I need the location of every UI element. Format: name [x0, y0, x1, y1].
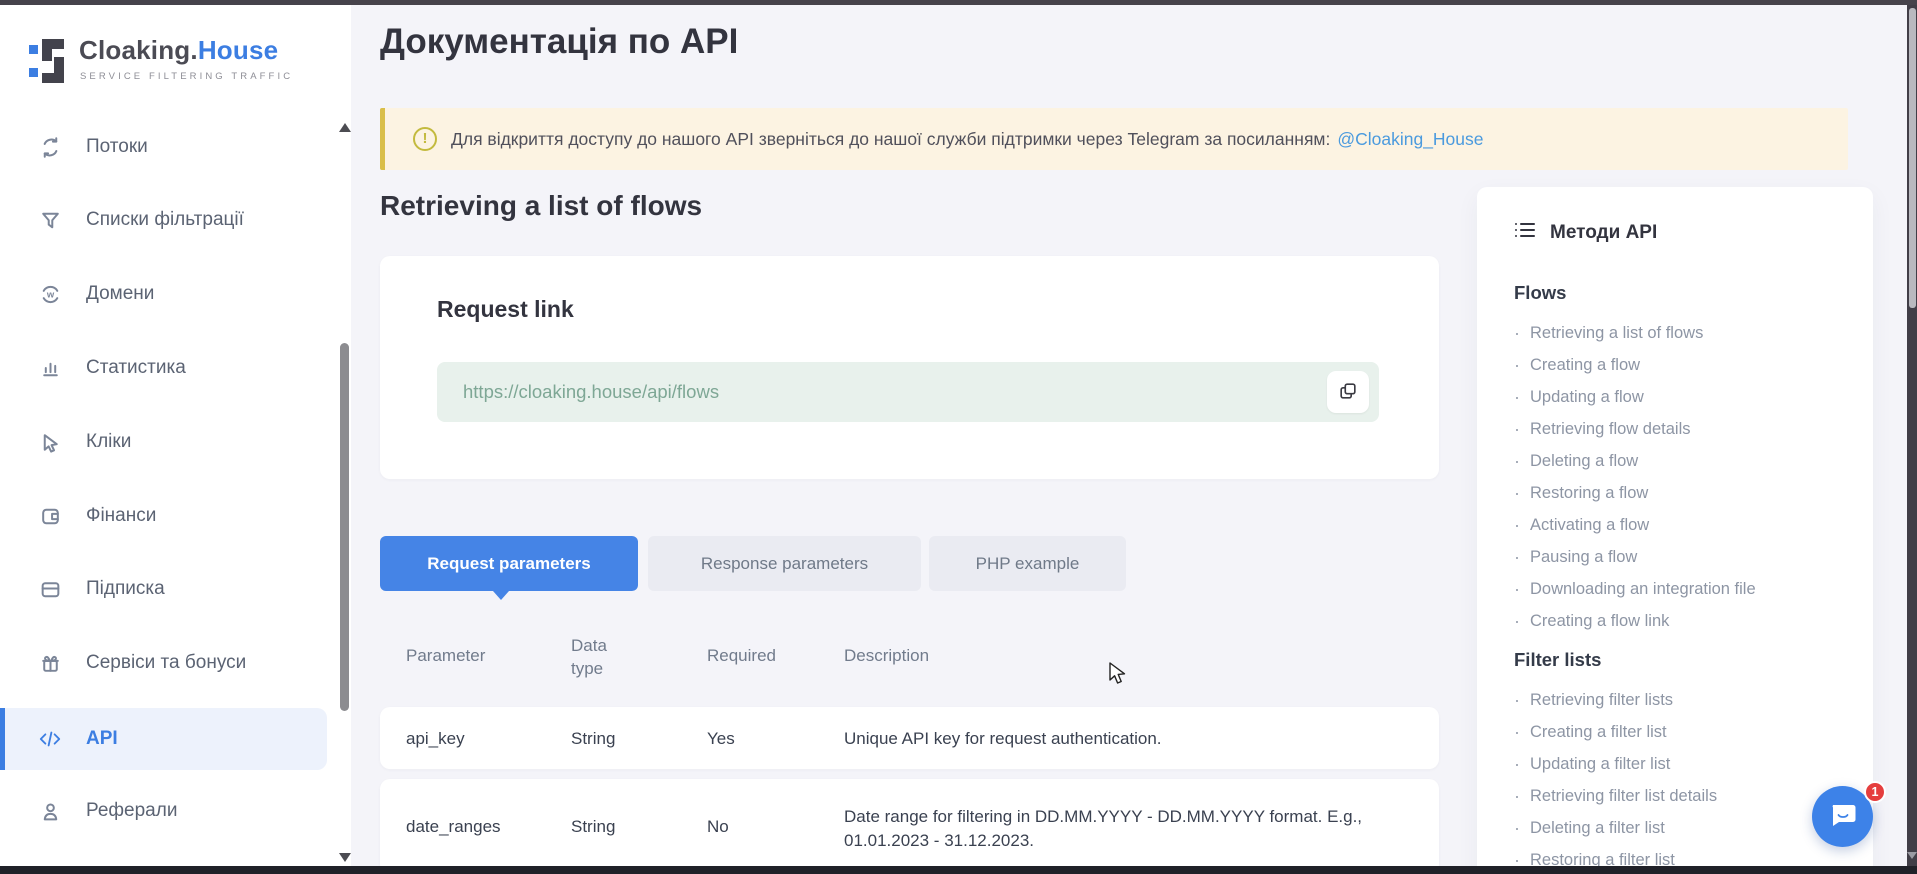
method-link[interactable]: ·Updating a flow [1514, 381, 1644, 413]
method-link[interactable]: ·Creating a filter list [1514, 716, 1667, 748]
chat-bubble-icon [1828, 800, 1858, 833]
domain-icon: w [38, 282, 62, 306]
logo-icon [29, 35, 71, 92]
active-tab-pointer [493, 591, 509, 600]
funnel-icon [38, 208, 62, 232]
tab-response-parameters[interactable]: Response parameters [648, 536, 921, 591]
svg-text:w: w [45, 288, 54, 299]
bullet: · [1514, 579, 1520, 600]
column-header-parameter: Parameter [406, 646, 485, 666]
sidebar-scroll-up-arrow[interactable] [339, 123, 351, 132]
method-link[interactable]: ·Updating a filter list [1514, 748, 1670, 780]
bottom-window-bar [0, 866, 1917, 874]
wallet-icon [38, 504, 62, 528]
bullet: · [1514, 611, 1520, 632]
mouse-cursor [1108, 662, 1132, 693]
info-banner-text: Для відкриття доступу до нашого API звер… [451, 108, 1484, 170]
section-title: Retrieving a list of flows [380, 190, 702, 222]
methods-section-filter-lists: Filter lists [1514, 649, 1601, 671]
method-link[interactable]: ·Deleting a filter list [1514, 812, 1665, 844]
tab-request-parameters[interactable]: Request parameters [380, 536, 638, 591]
request-link-card: Request link https://cloaking.house/api/… [380, 256, 1439, 479]
bar-chart-icon [38, 356, 62, 380]
request-url-field[interactable]: https://cloaking.house/api/flows [437, 362, 1379, 422]
sidebar-item-services[interactable]: Сервіси та бонуси [0, 637, 327, 689]
bullet: · [1514, 722, 1520, 743]
table-row[interactable]: date_ranges String No Date range for fil… [380, 779, 1439, 874]
bullet: · [1514, 451, 1520, 472]
code-icon [38, 727, 62, 751]
sidebar-item-finance[interactable]: Фінанси [0, 490, 327, 542]
method-link[interactable]: ·Downloading an integration file [1514, 573, 1756, 605]
tab-php-example[interactable]: PHP example [929, 536, 1126, 591]
request-link-heading: Request link [437, 296, 574, 323]
sidebar-item-clicks[interactable]: Кліки [0, 416, 327, 468]
logo[interactable]: Cloaking.House SERVICE FILTERING TRAFFIC [29, 33, 309, 91]
bullet: · [1514, 515, 1520, 536]
sidebar: Cloaking.House SERVICE FILTERING TRAFFIC… [0, 5, 351, 874]
copy-icon [1338, 381, 1358, 404]
methods-panel-title: Методи API [1550, 222, 1657, 244]
sidebar-scrollbar-thumb[interactable] [340, 343, 349, 711]
sidebar-item-referrals[interactable]: Реферали [0, 785, 327, 837]
method-link[interactable]: ·Pausing a flow [1514, 541, 1637, 573]
methods-section-flows: Flows [1514, 282, 1566, 304]
method-link[interactable]: ·Creating a flow [1514, 349, 1640, 381]
sidebar-item-flows[interactable]: Потоки [0, 121, 327, 173]
app-window: Cloaking.House SERVICE FILTERING TRAFFIC… [0, 0, 1917, 874]
telegram-link[interactable]: @Cloaking_House [1337, 129, 1483, 150]
bullet: · [1514, 387, 1520, 408]
method-link[interactable]: ·Restoring a flow [1514, 477, 1648, 509]
method-link[interactable]: ·Creating a flow link [1514, 605, 1669, 637]
copy-button[interactable] [1327, 371, 1369, 413]
bullet: · [1514, 355, 1520, 376]
page-scroll-down-arrow[interactable] [1907, 852, 1917, 859]
bullet: · [1514, 323, 1520, 344]
sidebar-item-api[interactable]: API [0, 708, 327, 770]
person-icon [38, 799, 62, 823]
bullet: · [1514, 483, 1520, 504]
column-header-data-type: Data type [571, 634, 633, 680]
column-header-required: Required [707, 646, 776, 666]
cursor-icon [38, 430, 62, 454]
credit-card-icon [38, 577, 62, 601]
request-url-value: https://cloaking.house/api/flows [463, 362, 719, 422]
info-icon: ! [413, 127, 437, 151]
method-link[interactable]: ·Retrieving filter list details [1514, 780, 1717, 812]
page-title: Документація по API [380, 22, 738, 62]
page-scrollbar-thumb[interactable] [1909, 8, 1916, 308]
sidebar-scroll-down-arrow[interactable] [339, 853, 351, 862]
method-link[interactable]: ·Deleting a flow [1514, 445, 1638, 477]
list-icon [1514, 220, 1536, 245]
bullet: · [1514, 786, 1520, 807]
brand-name: Cloaking.House [79, 35, 278, 66]
method-link[interactable]: ·Retrieving filter lists [1514, 684, 1673, 716]
methods-panel-header: Методи API [1514, 220, 1657, 245]
notification-badge: 1 [1864, 781, 1886, 803]
table-row[interactable]: api_key String Yes Unique API key for re… [380, 707, 1439, 769]
method-link[interactable]: ·Retrieving flow details [1514, 413, 1691, 445]
bullet: · [1514, 818, 1520, 839]
sync-icon [38, 135, 62, 159]
info-banner: ! Для відкриття доступу до нашого API зв… [380, 108, 1848, 170]
sidebar-item-subscription[interactable]: Підписка [0, 563, 327, 615]
method-link[interactable]: ·Activating a flow [1514, 509, 1649, 541]
method-link[interactable]: ·Retrieving a list of flows [1514, 317, 1703, 349]
bullet: · [1514, 419, 1520, 440]
sidebar-item-domains[interactable]: w Домени [0, 268, 327, 320]
top-window-bar [0, 0, 1917, 5]
bullet: · [1514, 547, 1520, 568]
brand-tagline: SERVICE FILTERING TRAFFIC [80, 71, 293, 82]
bullet: · [1514, 754, 1520, 775]
gift-icon [38, 651, 62, 675]
page-scrollbar[interactable] [1907, 0, 1917, 874]
sidebar-item-filter-lists[interactable]: Списки фільтрації [0, 194, 327, 246]
column-header-description: Description [844, 646, 929, 666]
bullet: · [1514, 690, 1520, 711]
api-methods-panel: Методи API Flows ·Retrieving a list of f… [1477, 187, 1873, 874]
sidebar-item-statistics[interactable]: Статистика [0, 342, 327, 394]
